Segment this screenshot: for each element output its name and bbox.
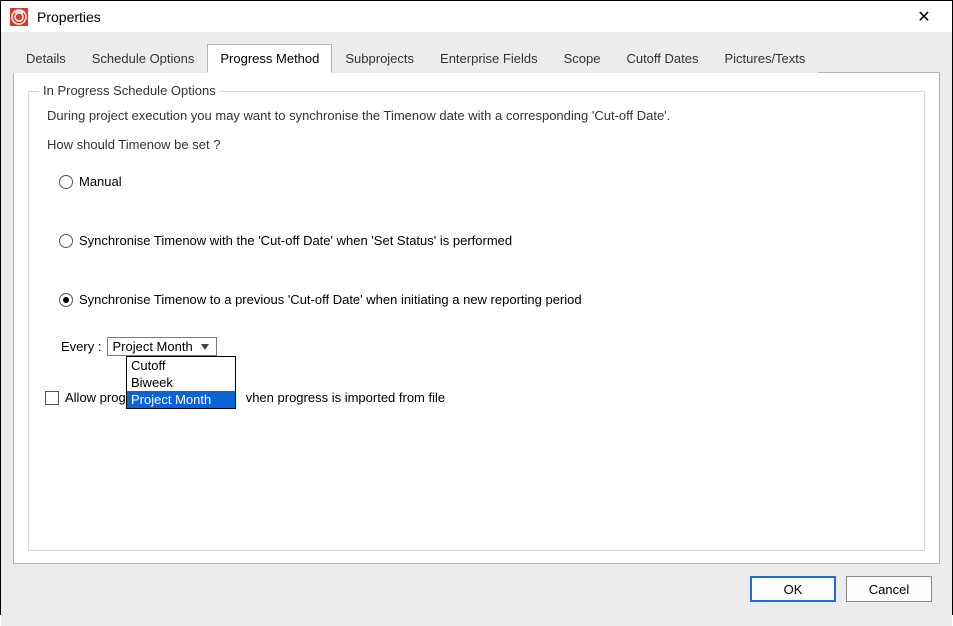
every-dropdown-list: Cutoff Biweek Project Month — [126, 356, 236, 409]
properties-dialog: Properties ✕ Details Schedule Options Pr… — [0, 0, 953, 615]
every-option-biweek[interactable]: Biweek — [127, 374, 235, 391]
allow-progress-import-label-after: vhen progress is imported from file — [246, 390, 445, 405]
tab-pictures-texts[interactable]: Pictures/Texts — [711, 44, 818, 73]
tab-subprojects[interactable]: Subprojects — [332, 44, 427, 73]
radio-manual[interactable] — [59, 175, 73, 189]
every-combobox[interactable]: Project Month — [107, 337, 217, 356]
window-title: Properties — [37, 9, 904, 25]
tab-cutoff-dates[interactable]: Cutoff Dates — [613, 44, 711, 73]
titlebar: Properties ✕ — [1, 1, 952, 33]
ok-button[interactable]: OK — [750, 576, 836, 602]
radio-sync-previous[interactable] — [59, 293, 73, 307]
tab-schedule-options[interactable]: Schedule Options — [79, 44, 208, 73]
close-icon: ✕ — [917, 7, 930, 27]
every-option-cutoff[interactable]: Cutoff — [127, 357, 235, 374]
every-row: Every : Project Month Cutoff Biweek Proj… — [61, 337, 906, 356]
allow-progress-import-label-before: Allow prog — [65, 390, 126, 405]
every-option-project-month[interactable]: Project Month — [127, 391, 235, 408]
tabstrip: Details Schedule Options Progress Method… — [13, 43, 940, 72]
intro-text: During project execution you may want to… — [47, 108, 906, 123]
client-area: Details Schedule Options Progress Method… — [1, 33, 952, 626]
radio-sync-previous-row[interactable]: Synchronise Timenow to a previous 'Cut-o… — [59, 292, 906, 307]
cancel-button[interactable]: Cancel — [846, 576, 932, 602]
allow-progress-import-checkbox[interactable] — [45, 391, 59, 405]
chevron-down-icon — [198, 344, 212, 350]
tabpage-progress-method: In Progress Schedule Options During proj… — [13, 72, 940, 564]
tab-details[interactable]: Details — [13, 44, 79, 73]
radio-manual-label: Manual — [79, 174, 122, 189]
group-title: In Progress Schedule Options — [39, 83, 220, 98]
radio-sync-set-status-label: Synchronise Timenow with the 'Cut-off Da… — [79, 233, 512, 248]
question-text: How should Timenow be set ? — [47, 137, 906, 152]
group-in-progress-schedule-options: In Progress Schedule Options During proj… — [28, 91, 925, 551]
dialog-footer: OK Cancel — [13, 564, 940, 614]
radio-sync-set-status[interactable] — [59, 234, 73, 248]
app-icon — [9, 7, 29, 27]
radio-sync-previous-label: Synchronise Timenow to a previous 'Cut-o… — [79, 292, 582, 307]
every-label: Every : — [61, 339, 101, 354]
close-button[interactable]: ✕ — [904, 1, 944, 33]
tab-scope[interactable]: Scope — [551, 44, 614, 73]
every-combobox-value: Project Month — [112, 339, 198, 354]
radio-sync-set-status-row[interactable]: Synchronise Timenow with the 'Cut-off Da… — [59, 233, 906, 248]
tab-progress-method[interactable]: Progress Method — [207, 44, 332, 73]
radio-manual-row[interactable]: Manual — [59, 174, 906, 189]
tab-enterprise-fields[interactable]: Enterprise Fields — [427, 44, 551, 73]
